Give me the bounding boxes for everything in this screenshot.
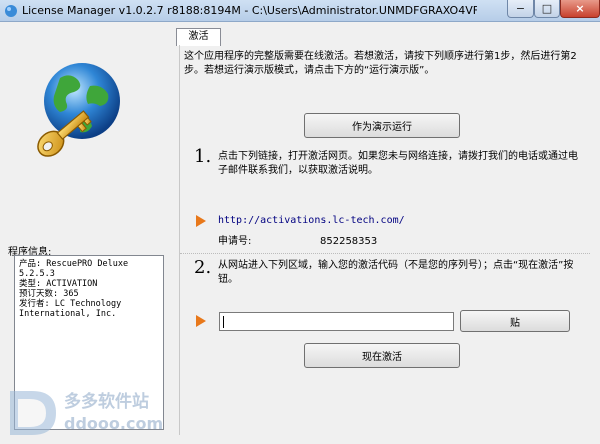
text-caret	[223, 316, 224, 328]
minimize-button[interactable]: −	[507, 0, 534, 18]
app-icon	[5, 5, 17, 17]
run-demo-button[interactable]: 作为演示运行	[304, 113, 460, 138]
tab-activate[interactable]: 激活	[176, 28, 221, 46]
request-number-value: 852258353	[320, 236, 378, 247]
watermark-url: ddooo.com	[64, 414, 163, 433]
vertical-divider	[179, 45, 180, 435]
info-line: 产品: RescuePRO Deluxe	[19, 259, 129, 269]
globe-key-icon	[37, 63, 120, 157]
activation-code-input[interactable]	[219, 312, 454, 331]
paste-button[interactable]: 贴	[460, 310, 570, 332]
arrow-icon	[196, 315, 206, 327]
step-2-text: 从网站进入下列区域，输入您的激活代码（不是您的序列号）；点击“现在激活”按钮。	[218, 260, 574, 285]
watermark-logo: 多多软件站 ddooo.com	[10, 391, 163, 435]
info-line: 5.2.5.3	[19, 269, 55, 279]
watermark-text: 多多软件站	[64, 391, 149, 412]
intro-text: 这个应用程序的完整版需要在线激活。若想激活，请按下列顺序进行第1步，然后进行第2…	[184, 51, 577, 76]
activate-now-button[interactable]: 现在激活	[304, 343, 460, 368]
maximize-button[interactable]: □	[534, 0, 560, 18]
info-line: 类型: ACTIVATION	[19, 279, 98, 289]
window-title: License Manager v1.0.2.7 r8188:8194M - C…	[22, 4, 477, 17]
activation-link[interactable]: http://activations.lc-tech.com/	[218, 215, 405, 226]
step-2-number: 2.	[194, 257, 212, 278]
section-divider	[180, 253, 590, 254]
info-line: 发行者: LC Technology	[19, 299, 122, 309]
arrow-icon	[196, 215, 206, 227]
title-bar: License Manager v1.0.2.7 r8188:8194M - C…	[0, 0, 600, 22]
info-line: 预订天数: 365	[19, 289, 79, 299]
step-1-number: 1.	[194, 146, 212, 167]
request-number-label: 申请号:	[218, 236, 252, 247]
close-button[interactable]: ×	[560, 0, 600, 18]
step-1-text: 点击下列链接，打开激活网页。如果您未与网络连接，请拨打我们的电话或通过电子邮件联…	[218, 151, 578, 176]
info-line: International, Inc.	[19, 309, 117, 319]
